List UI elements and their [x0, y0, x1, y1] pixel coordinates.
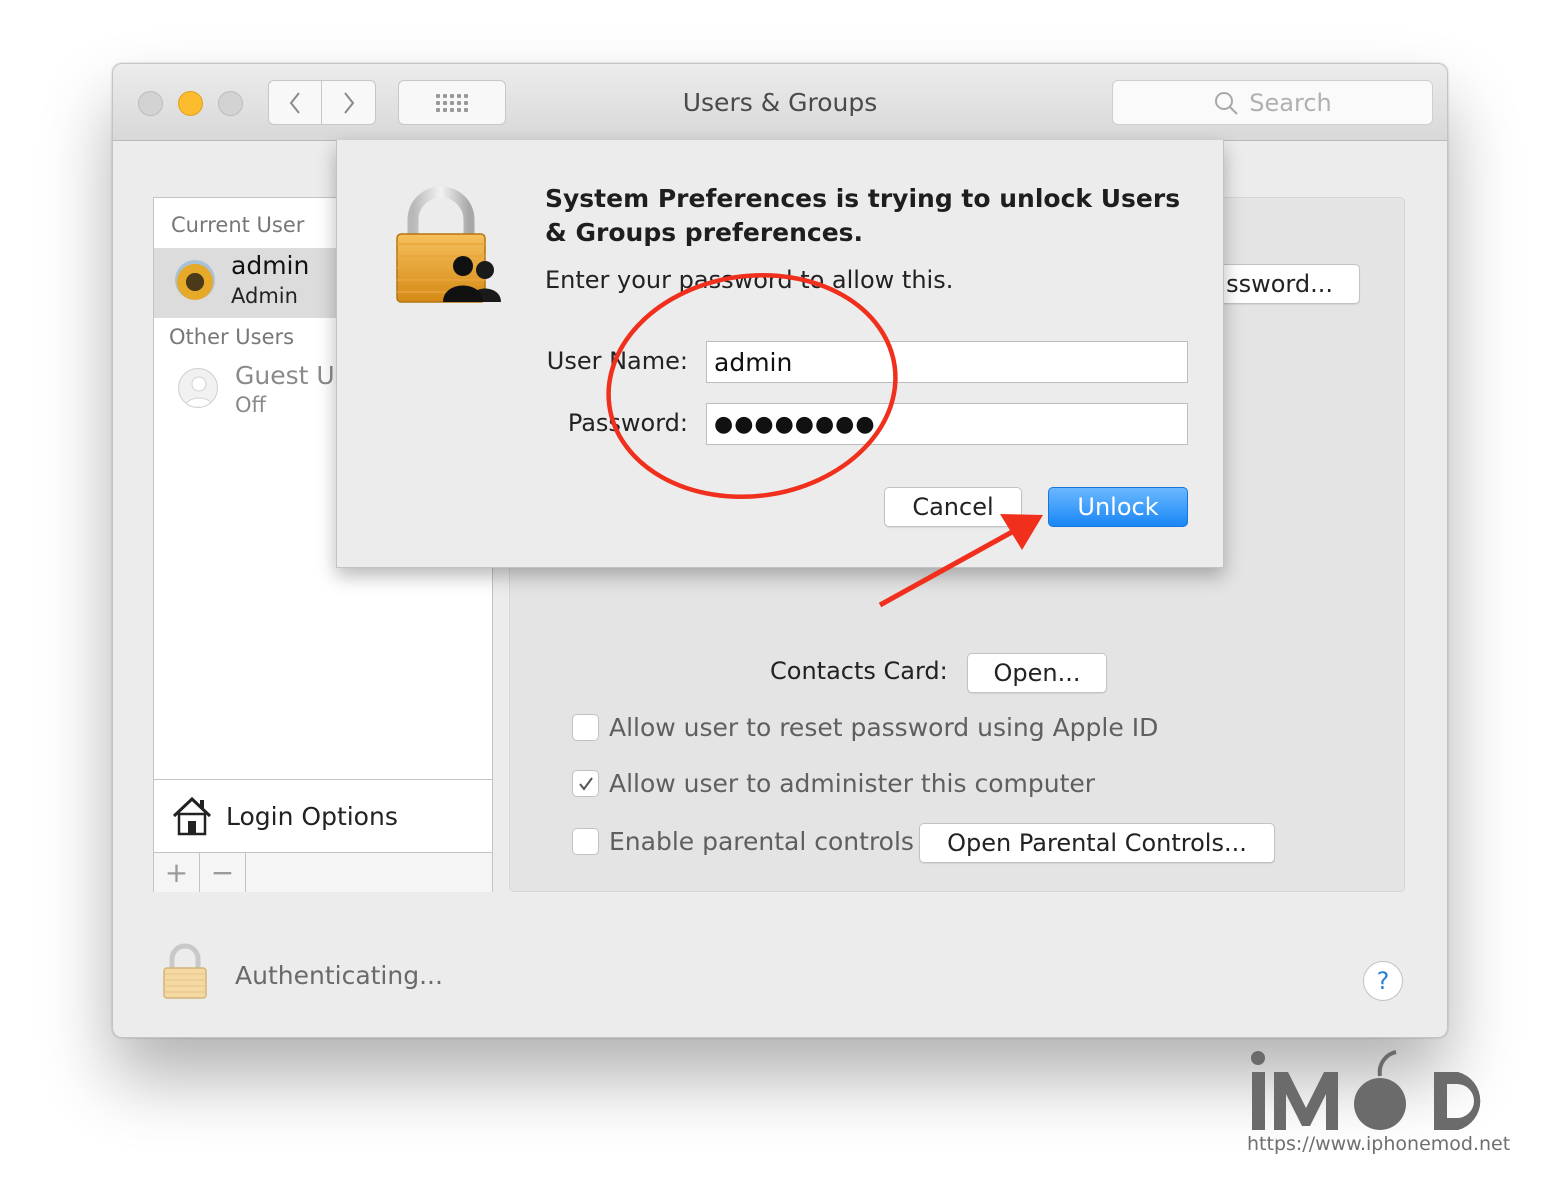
help-button[interactable]: ? — [1363, 961, 1403, 1001]
padlock-users-icon — [393, 184, 509, 310]
open-parental-controls-button[interactable]: Open Parental Controls... — [919, 823, 1275, 863]
add-user-button[interactable]: + — [154, 853, 200, 892]
dialog-title: System Preferences is trying to unlock U… — [545, 184, 1181, 247]
unlock-button[interactable]: Unlock — [1048, 487, 1188, 527]
other-users-heading: Other Users — [169, 325, 295, 349]
guest-avatar-icon — [178, 368, 218, 408]
open-contacts-button[interactable]: Open... — [967, 653, 1107, 693]
remove-user-button[interactable]: − — [200, 853, 246, 892]
password-field[interactable]: ●●●●●●●● — [706, 403, 1188, 445]
administer-checkbox-row[interactable]: Allow user to administer this computer — [572, 769, 1095, 798]
administer-checkbox[interactable] — [572, 770, 599, 797]
login-options-label: Login Options — [226, 801, 398, 831]
contacts-card-label: Contacts Card: — [770, 657, 948, 685]
unlock-dialog: System Preferences is trying to unlock U… — [336, 140, 1224, 568]
guest-status: Off — [235, 393, 266, 417]
password-label: Password: — [567, 409, 688, 437]
user-name: admin — [231, 251, 310, 280]
search-input[interactable]: Search — [1112, 80, 1433, 125]
username-label: User Name: — [546, 347, 688, 375]
title-bar: Users & Groups Search — [113, 64, 1447, 141]
login-options-item[interactable]: Login Options — [154, 779, 492, 852]
authenticating-status: Authenticating... — [235, 961, 443, 990]
cancel-button[interactable]: Cancel — [884, 487, 1022, 527]
reset-password-checkbox[interactable] — [572, 714, 599, 741]
current-user-heading: Current User — [171, 213, 305, 237]
sidebar-toolbar: + − — [154, 852, 492, 892]
administer-label: Allow user to administer this computer — [609, 769, 1096, 798]
search-placeholder: Search — [1249, 88, 1332, 117]
reset-password-checkbox-row[interactable]: Allow user to reset password using Apple… — [572, 713, 1158, 742]
reset-password-label: Allow user to reset password using Apple… — [609, 713, 1159, 742]
change-password-button[interactable]: ssword... — [1208, 264, 1360, 304]
checkmark-icon — [578, 776, 593, 791]
user-role: Admin — [231, 284, 298, 308]
imod-logo — [1244, 1046, 1506, 1132]
guest-name: Guest Us — [235, 361, 348, 390]
parental-controls-label: Enable parental controls — [609, 827, 914, 856]
username-field[interactable]: admin — [706, 341, 1188, 383]
sunflower-avatar — [175, 260, 215, 300]
watermark-url: https://www.iphonemod.net — [1247, 1133, 1511, 1155]
lock-icon[interactable] — [159, 941, 211, 1005]
dialog-message: Enter your password to allow this. — [545, 266, 954, 294]
house-icon — [172, 796, 212, 836]
search-icon — [1215, 91, 1238, 115]
parental-controls-checkbox[interactable] — [572, 828, 599, 855]
parental-controls-checkbox-row[interactable]: Enable parental controls — [572, 827, 914, 856]
